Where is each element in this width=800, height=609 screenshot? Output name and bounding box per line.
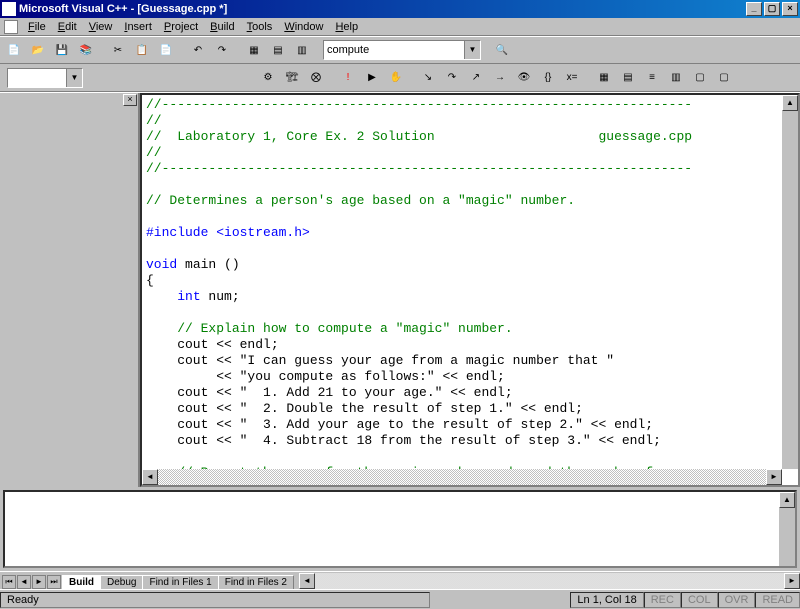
tb-icon-2[interactable]: ▢ — [713, 67, 735, 88]
workspace-pane[interactable]: × — [0, 93, 140, 487]
scroll-up-icon[interactable]: ▲ — [782, 95, 798, 111]
tab-find-in-files-2[interactable]: Find in Files 2 — [218, 575, 294, 589]
status-bar: Ready Ln 1, Col 18 REC COL OVR READ — [0, 589, 800, 609]
tab-first-icon[interactable]: ⏮ — [2, 575, 16, 589]
tab-last-icon[interactable]: ⏭ — [47, 575, 61, 589]
disasm-icon[interactable]: ▥ — [665, 67, 687, 88]
window-list-icon[interactable]: ▥ — [291, 40, 313, 61]
output-scrollbar[interactable]: ▲ — [779, 492, 795, 566]
close-button[interactable]: × — [782, 2, 798, 16]
find-input[interactable] — [324, 41, 464, 59]
pane-close-icon[interactable]: × — [123, 94, 137, 106]
tab-prev-icon[interactable]: ◄ — [17, 575, 31, 589]
workspace-icon[interactable]: ▦ — [243, 40, 265, 61]
menu-bar: File Edit View Insert Project Build Tool… — [0, 18, 800, 36]
cut-icon[interactable]: ✂ — [107, 40, 129, 61]
chevron-down-icon[interactable]: ▼ — [464, 41, 480, 59]
tab-build[interactable]: Build — [62, 575, 101, 589]
scroll-right-icon[interactable]: ► — [784, 573, 800, 589]
tab-next-icon[interactable]: ► — [32, 575, 46, 589]
menu-view[interactable]: View — [83, 19, 119, 35]
callstack-icon[interactable]: ≡ — [641, 67, 663, 88]
scroll-up-icon[interactable]: ▲ — [779, 492, 795, 508]
scroll-left-icon[interactable]: ◄ — [299, 573, 315, 589]
step-out-icon[interactable]: ↗ — [465, 67, 487, 88]
compile-icon[interactable]: ⚙ — [257, 67, 279, 88]
redo-icon[interactable]: ↷ — [211, 40, 233, 61]
menu-build[interactable]: Build — [204, 19, 240, 35]
variables-icon[interactable]: x= — [561, 67, 583, 88]
stop-build-icon[interactable]: ⨂ — [305, 67, 327, 88]
menu-project[interactable]: Project — [158, 19, 204, 35]
undo-icon[interactable]: ↶ — [187, 40, 209, 61]
output-pane[interactable]: ▲ — [3, 490, 797, 568]
execute-icon[interactable]: ! — [337, 67, 359, 88]
vertical-scrollbar[interactable]: ▲ — [782, 95, 798, 469]
scroll-left-icon[interactable]: ◄ — [142, 469, 158, 485]
menu-edit[interactable]: Edit — [52, 19, 83, 35]
menu-file[interactable]: File — [22, 19, 52, 35]
find-combo[interactable]: ▼ — [323, 40, 481, 60]
go-icon[interactable]: ▶ — [361, 67, 383, 88]
tab-debug[interactable]: Debug — [100, 575, 143, 589]
save-icon[interactable]: 💾 — [51, 40, 73, 61]
chevron-down-icon[interactable]: ▼ — [66, 69, 82, 87]
build-toolbar: ▼ ⚙ 🏗 ⨂ ! ▶ ✋ ↘ ↷ ↗ → 👁 {} x= ▦ ▤ ≡ ▥ ▢ … — [0, 64, 800, 92]
watch-icon[interactable]: {} — [537, 67, 559, 88]
new-icon[interactable]: 📄 — [3, 40, 25, 61]
work-area: × //------------------------------------… — [0, 92, 800, 487]
memory-icon[interactable]: ▤ — [617, 67, 639, 88]
code-content[interactable]: //--------------------------------------… — [142, 95, 798, 487]
menu-help[interactable]: Help — [329, 19, 364, 35]
menu-insert[interactable]: Insert — [118, 19, 158, 35]
copy-icon[interactable]: 📋 — [131, 40, 153, 61]
title-bar: Microsoft Visual C++ - [Guessage.cpp *] … — [0, 0, 800, 18]
scroll-right-icon[interactable]: ► — [766, 469, 782, 485]
open-icon[interactable]: 📂 — [27, 40, 49, 61]
app-icon — [2, 2, 16, 16]
config-combo[interactable]: ▼ — [7, 68, 83, 88]
output-icon[interactable]: ▤ — [267, 40, 289, 61]
tab-hscroll[interactable]: ◄ ► — [299, 573, 800, 589]
minimize-button[interactable]: _ — [746, 2, 762, 16]
menu-window[interactable]: Window — [278, 19, 329, 35]
config-input[interactable] — [8, 69, 66, 87]
paste-icon[interactable]: 📄 — [155, 40, 177, 61]
step-into-icon[interactable]: ↘ — [417, 67, 439, 88]
maximize-button[interactable]: ▢ — [764, 2, 780, 16]
menu-tools[interactable]: Tools — [241, 19, 279, 35]
output-tabs: ⏮ ◄ ► ⏭ Build Debug Find in Files 1 Find… — [0, 571, 800, 589]
document-icon[interactable] — [4, 20, 18, 34]
code-editor[interactable]: //--------------------------------------… — [140, 93, 800, 487]
find-icon[interactable]: 🔍 — [491, 40, 513, 61]
registers-icon[interactable]: ▦ — [593, 67, 615, 88]
tb-icon-1[interactable]: ▢ — [689, 67, 711, 88]
save-all-icon[interactable]: 📚 — [75, 40, 97, 61]
window-title: Microsoft Visual C++ - [Guessage.cpp *] — [19, 3, 227, 15]
horizontal-scrollbar[interactable]: ◄ ► — [142, 469, 782, 485]
run-to-icon[interactable]: → — [489, 67, 511, 88]
breakpoint-icon[interactable]: ✋ — [385, 67, 407, 88]
quick-watch-icon[interactable]: 👁 — [513, 67, 535, 88]
tab-find-in-files-1[interactable]: Find in Files 1 — [142, 575, 218, 589]
step-over-icon[interactable]: ↷ — [441, 67, 463, 88]
build-icon[interactable]: 🏗 — [281, 67, 303, 88]
standard-toolbar: 📄 📂 💾 📚 ✂ 📋 📄 ↶ ↷ ▦ ▤ ▥ ▼ 🔍 — [0, 36, 800, 64]
